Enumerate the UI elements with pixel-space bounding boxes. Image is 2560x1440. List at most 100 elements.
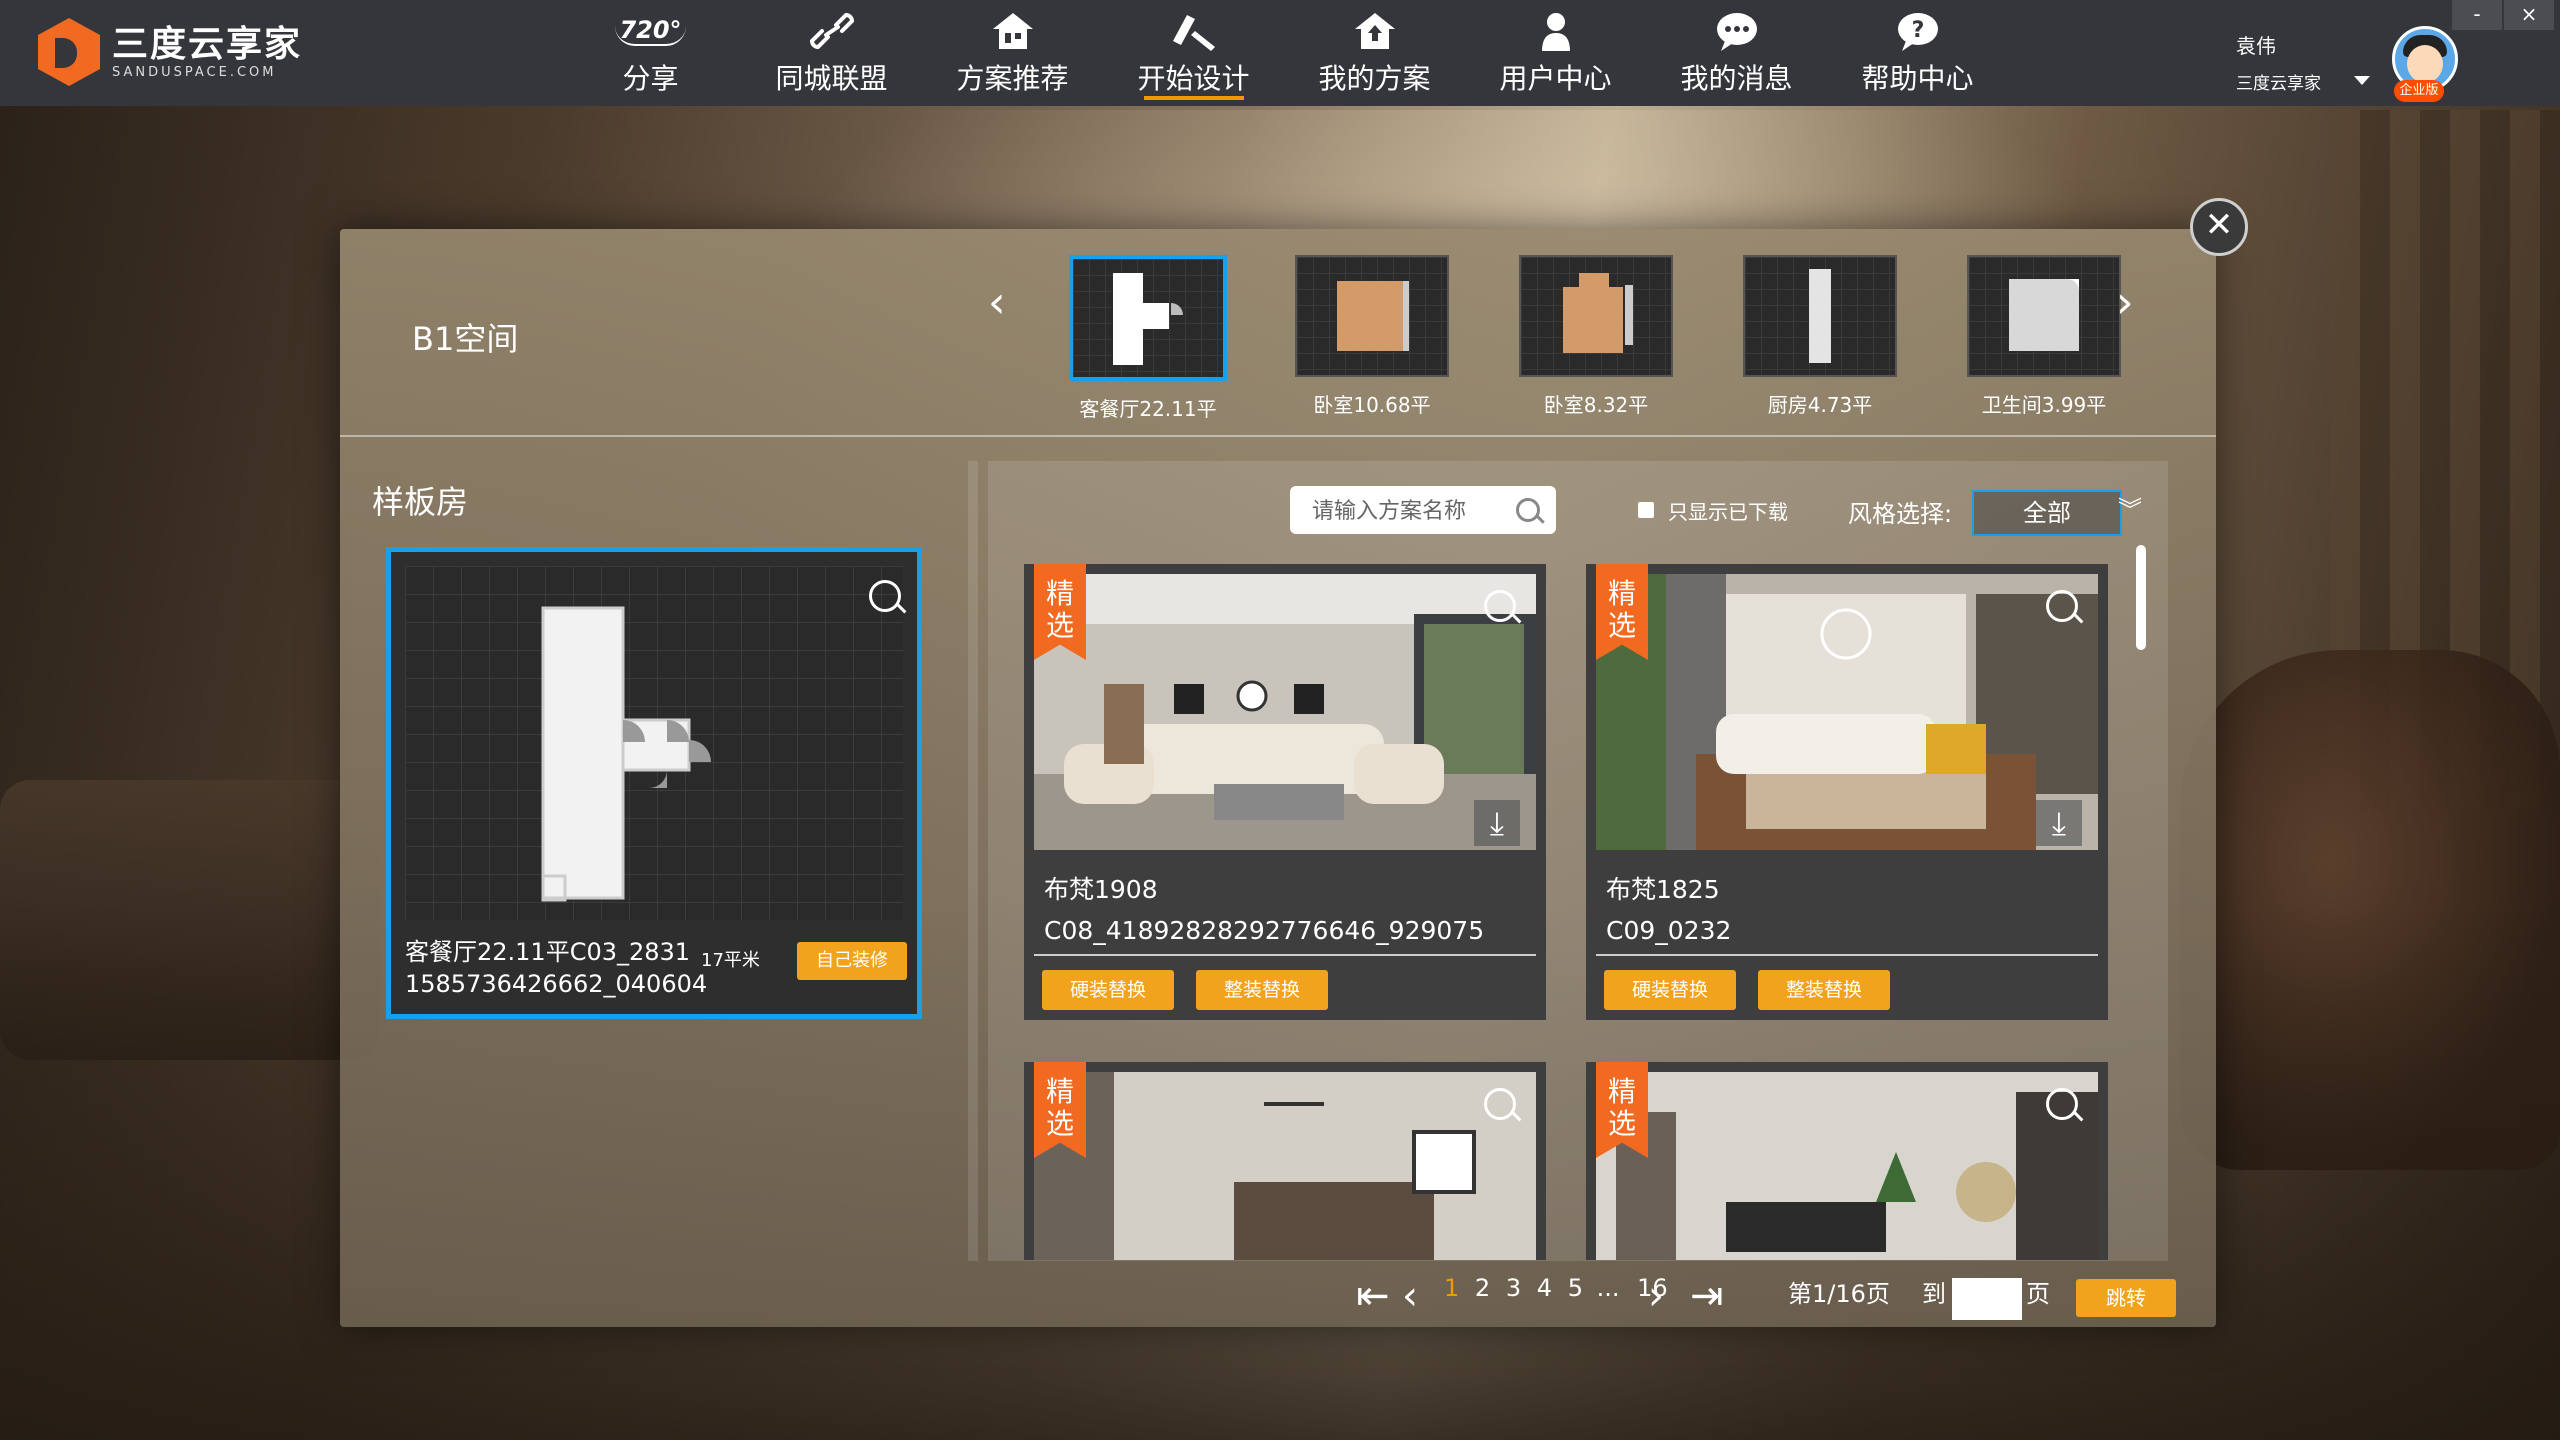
logo-icon [38,18,100,86]
svg-text:?: ? [1911,18,1924,43]
nav-user-center[interactable]: 用户中心 [1465,0,1646,106]
user-menu-caret-icon[interactable] [2354,76,2370,85]
room-thumbnail [1295,255,1449,377]
hard-replace-button[interactable]: 硬装替换 [1042,970,1174,1010]
zoom-icon[interactable] [2046,590,2078,622]
download-icon[interactable]: ⤓ [1474,800,1520,846]
dialog-close-button[interactable]: ✕ [2190,198,2248,256]
card-divider [1596,954,2098,956]
zoom-icon[interactable] [2046,1088,2078,1120]
next-page-icon[interactable]: › [1648,1276,1664,1316]
enterprise-badge: 企业版 [2394,80,2444,102]
page-number[interactable]: 3 [1506,1274,1521,1302]
zoom-icon[interactable] [869,580,901,612]
space-title: B1空间 [412,320,519,358]
nav-start-design[interactable]: 开始设计 [1103,0,1284,106]
zoom-icon[interactable] [1484,1088,1516,1120]
rooms-next-arrow-icon[interactable]: › [2116,277,2134,328]
nav-recommend[interactable]: 方案推荐 [922,0,1103,106]
upload-house-icon [1353,9,1397,53]
page-status: 第1/16页 [1788,1280,1890,1308]
logo-subtitle: SANDUSPACE.COM [112,64,277,80]
search-input[interactable] [1310,486,1514,536]
plan-render-image [1034,1072,1536,1260]
plan-code: C09_0232 [1606,916,1732,945]
nav-label: 帮助中心 [1861,62,1974,95]
page-number[interactable]: 5 [1568,1274,1583,1302]
rooms-prev-arrow-icon[interactable]: ‹ [988,277,1006,328]
window-close-button[interactable]: × [2504,0,2554,30]
chevron-down-icon[interactable]: ︾ [2118,490,2142,525]
goto-label: 到 [1922,1280,1946,1308]
room-label: 厨房4.73平 [1767,393,1873,417]
plan-card[interactable]: 精选 ⤓ 布梵1825 C09_0232 硬装替换 整装替换 [1586,564,2108,1020]
room-thumbnail [1519,255,1673,377]
style-filter-label: 风格选择: [1848,500,1953,528]
page-number[interactable]: 4 [1537,1274,1552,1302]
nav-messages[interactable]: 我的消息 [1646,0,1827,106]
app-logo[interactable]: 三度云享家 SANDUSPACE.COM [38,18,302,86]
prev-page-icon[interactable]: ‹ [1402,1276,1418,1316]
jump-button[interactable]: 跳转 [2076,1279,2176,1317]
plan-card[interactable]: 精选 ⤓ 布梵1908 C08_41892828292776646_929075… [1024,564,1546,1020]
downloaded-only-label: 只显示已下载 [1668,500,1788,524]
room-thumbnail [1069,255,1227,381]
page-jump-input[interactable] [1952,1278,2022,1320]
nav-label: 同城联盟 [775,62,888,95]
nav-alliance[interactable]: 同城联盟 [741,0,922,106]
plan-name: 布梵1908 [1044,875,1158,904]
sample-room-card[interactable]: 客餐厅22.11平C03_2831 1585736426662_040604 1… [386,547,922,1019]
room-item[interactable]: 厨房4.73平 [1708,255,1932,422]
list-scrollbar[interactable] [2136,545,2146,650]
download-icon[interactable]: ⤓ [2036,800,2082,846]
nav-my-plans[interactable]: 我的方案 [1284,0,1465,106]
full-replace-button[interactable]: 整装替换 [1196,970,1328,1010]
link-icon [809,9,854,53]
full-replace-button[interactable]: 整装替换 [1758,970,1890,1010]
search-box [1290,486,1556,536]
plan-render-image [1596,1072,2098,1260]
user-info[interactable]: 袁伟 三度云享家 [2236,30,2321,94]
search-icon[interactable] [1516,498,1540,522]
main-nav: 720° 分享 同城联盟 方案推荐 开始设计 我的方案 用户中心 我的消息 ? … [560,0,2008,106]
room-label: 卧室8.32平 [1543,393,1649,417]
nav-label: 分享 [622,62,679,95]
zoom-icon[interactable] [1484,590,1516,622]
sample-section-title: 样板房 [372,483,469,521]
sample-name: 客餐厅22.11平C03_2831 1585736426662_040604 [405,938,708,998]
downloaded-only-checkbox[interactable] [1638,502,1654,518]
plan-render-image [1596,574,2098,850]
style-select[interactable]: 全部 [1972,490,2122,536]
design-tools-icon [1169,9,1219,53]
page-number[interactable]: 2 [1475,1274,1490,1302]
card-divider [1034,954,1536,956]
plan-card[interactable]: 精选 [1024,1062,1546,1260]
header-divider [340,435,2216,437]
room-label: 客餐厅22.11平 [1079,397,1217,421]
nav-label: 我的方案 [1318,62,1431,95]
minimize-button[interactable]: - [2452,0,2502,30]
first-page-icon[interactable]: ⇤ [1356,1276,1390,1316]
plan-render-image [1034,574,1536,850]
help-icon: ? [1896,9,1940,53]
last-page-icon[interactable]: ⇥ [1690,1276,1724,1316]
720-icon: 720° [615,9,686,53]
room-thumbnail [1967,255,2121,377]
plan-card[interactable]: 精选 [1586,1062,2108,1260]
room-item[interactable]: 卧室8.32平 [1484,255,1708,422]
room-item[interactable]: 客餐厅22.11平 [1036,255,1260,422]
room-item[interactable]: 卧室10.68平 [1260,255,1484,422]
house-icon [991,9,1035,53]
message-icon [1715,9,1759,53]
nav-label: 方案推荐 [956,62,1069,95]
nav-label: 开始设计 [1137,62,1250,95]
user-name: 袁伟 [2236,34,2276,58]
room-label: 卫生间3.99平 [1981,393,2107,417]
nav-help[interactable]: ? 帮助中心 [1827,0,2008,106]
page-number[interactable]: 1 [1444,1274,1459,1302]
self-decorate-button[interactable]: 自己装修 [797,942,907,980]
nav-share[interactable]: 720° 分享 [560,0,741,106]
page-unit-label: 页 [2026,1280,2050,1308]
hard-replace-button[interactable]: 硬装替换 [1604,970,1736,1010]
page-numbers: 1 2 3 4 5 ... 16 [1444,1274,1668,1302]
